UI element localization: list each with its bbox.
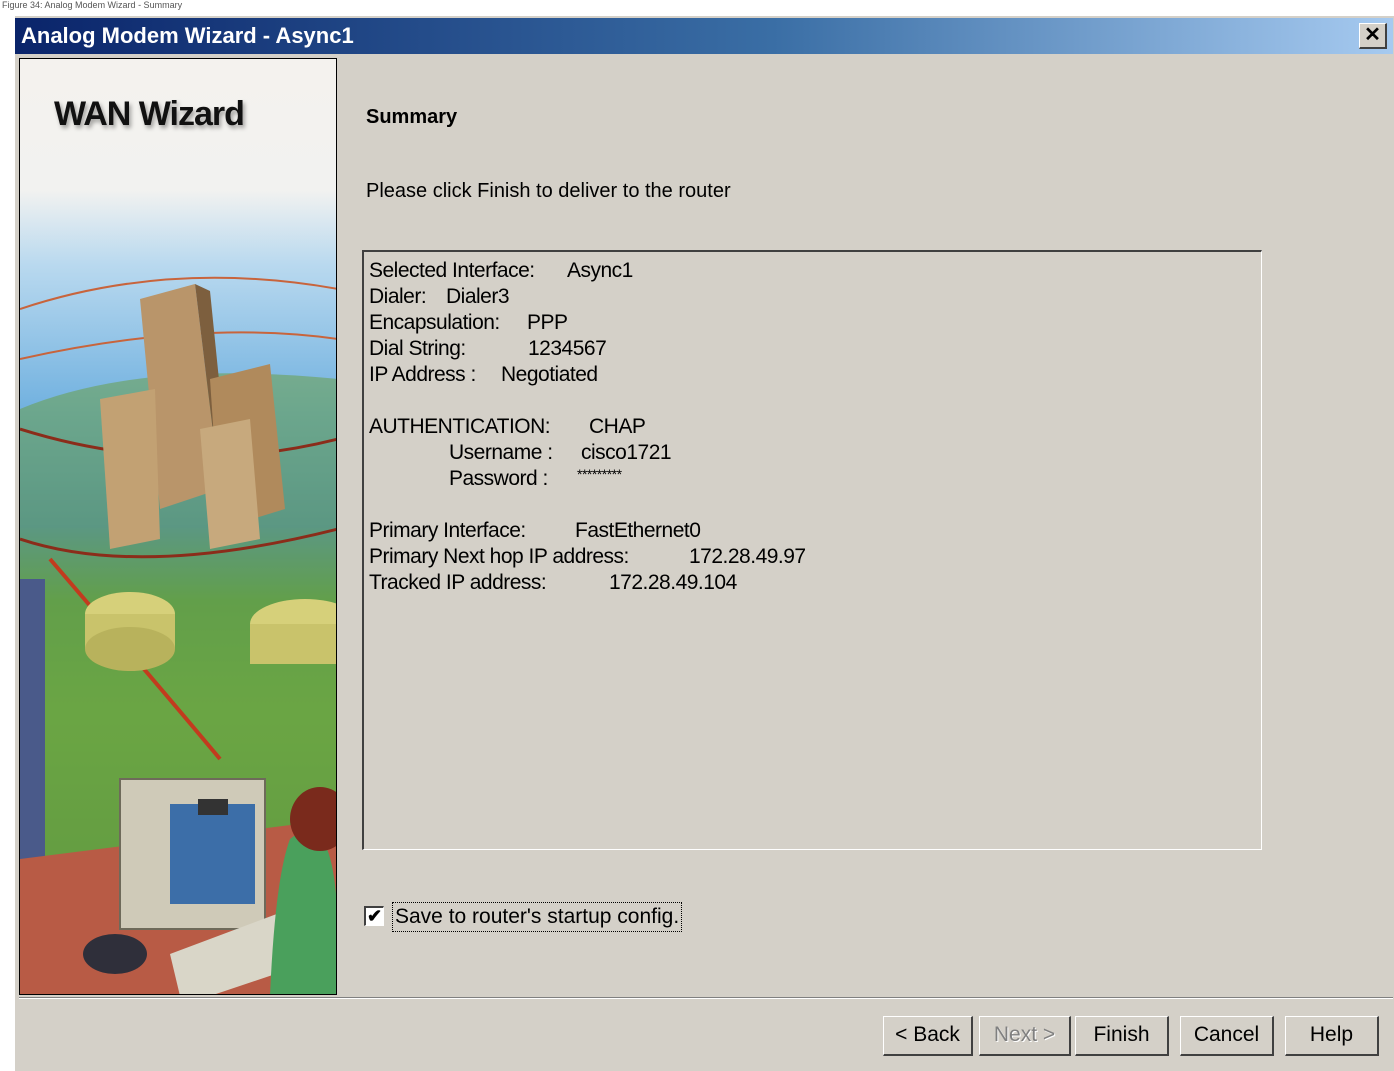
- figure-caption: Figure 34: Analog Modem Wizard - Summary: [2, 0, 183, 10]
- cancel-button[interactable]: Cancel: [1180, 1016, 1274, 1056]
- help-button[interactable]: Help: [1285, 1016, 1379, 1056]
- side-panel-title: WAN Wizard: [54, 95, 245, 133]
- tracked-ip-label: Tracked IP address:: [369, 571, 547, 594]
- window-title: Analog Modem Wizard - Async1: [21, 23, 354, 48]
- password-label: Password :: [449, 467, 548, 490]
- dialer-label: Dialer:: [369, 285, 427, 308]
- dialer-value: Dialer3: [446, 285, 510, 308]
- page-title: Summary: [366, 106, 458, 128]
- selected-interface-label: Selected Interface:: [369, 259, 535, 282]
- username-label: Username :: [449, 441, 553, 464]
- save-startup-config-checkbox[interactable]: ✔: [364, 906, 384, 926]
- primary-interface-value: FastEthernet0: [575, 519, 701, 542]
- back-button[interactable]: < Back: [883, 1016, 973, 1056]
- dial-string-value: 1234567: [528, 337, 607, 360]
- title-bar[interactable]: Analog Modem Wizard - Async1 ✕: [15, 18, 1393, 54]
- primary-next-hop-value: 172.28.49.97: [689, 545, 806, 568]
- save-startup-config-label[interactable]: Save to router's startup config.: [392, 902, 683, 932]
- primary-interface-label: Primary Interface:: [369, 519, 526, 542]
- authentication-label: AUTHENTICATION:: [369, 415, 551, 438]
- selected-interface-value: Async1: [567, 259, 633, 282]
- close-button[interactable]: ✕: [1359, 23, 1387, 49]
- tracked-ip-value: 172.28.49.104: [609, 571, 737, 594]
- summary-box[interactable]: Selected Interface: Async1 Dialer: Diale…: [362, 250, 1262, 850]
- encapsulation-label: Encapsulation:: [369, 311, 500, 334]
- finish-button[interactable]: Finish: [1075, 1016, 1169, 1056]
- password-value: *********: [577, 466, 622, 482]
- authentication-value: CHAP: [589, 415, 646, 438]
- button-separator: [19, 997, 1393, 999]
- close-icon: ✕: [1364, 24, 1381, 46]
- instruction-text: Please click Finish to deliver to the ro…: [366, 180, 731, 202]
- encapsulation-value: PPP: [527, 311, 568, 334]
- ip-address-value: Negotiated: [501, 363, 598, 386]
- primary-next-hop-label: Primary Next hop IP address:: [369, 545, 629, 568]
- checkmark-icon: ✔: [366, 906, 383, 926]
- wizard-side-panel: WAN Wizard: [19, 58, 337, 995]
- wan-wizard-illustration: [20, 276, 336, 994]
- wizard-window: Analog Modem Wizard - Async1 ✕ WAN Wizar…: [14, 15, 1394, 1071]
- next-button[interactable]: Next >: [979, 1016, 1071, 1056]
- dial-string-label: Dial String:: [369, 337, 466, 360]
- ip-address-label: IP Address :: [369, 363, 476, 386]
